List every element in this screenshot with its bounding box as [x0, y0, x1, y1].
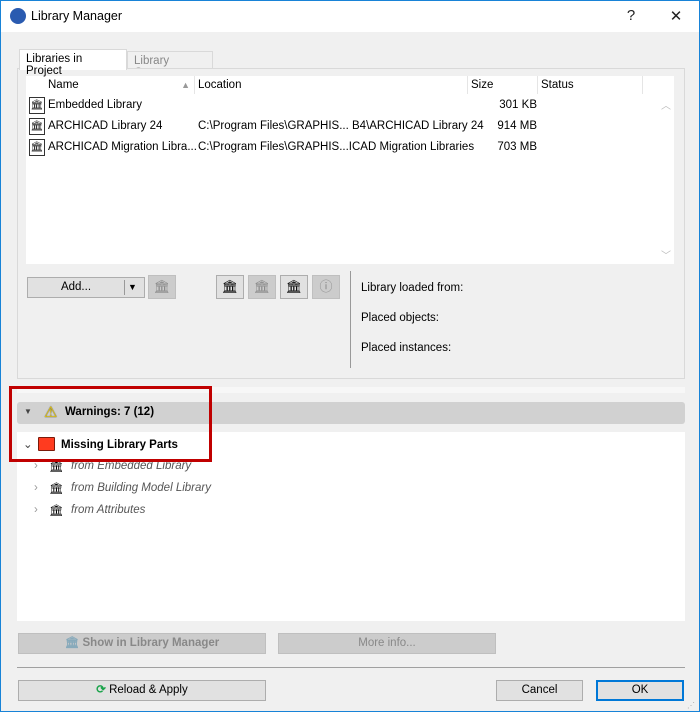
- dropdown-arrow-icon[interactable]: ▼: [128, 278, 137, 297]
- column-header-status[interactable]: Status: [538, 76, 643, 94]
- reload-library-icon: 🏛: [285, 279, 303, 294]
- column-header-size[interactable]: Size: [468, 76, 538, 94]
- info-button[interactable]: ⓘ: [312, 275, 340, 299]
- highlight-box: [9, 386, 212, 462]
- title-bar: Library Manager ? ✕: [1, 1, 699, 32]
- table-row[interactable]: 🏛 ARCHICAD Migration Libra... C:\Program…: [26, 137, 646, 158]
- remove-library-icon: 🏛: [153, 279, 171, 294]
- button-label: Reload & Apply: [109, 684, 188, 696]
- more-info-button[interactable]: More info...: [278, 633, 496, 654]
- archicad-logo-icon: [10, 8, 26, 24]
- ok-button[interactable]: OK: [596, 680, 684, 701]
- row-name: ARCHICAD Migration Libra...: [48, 141, 197, 153]
- column-header-location[interactable]: Location: [195, 76, 468, 94]
- library-loaded-from-label: Library loaded from:: [361, 282, 464, 294]
- column-header-name[interactable]: Name ▲: [45, 76, 195, 94]
- placed-objects-label: Placed objects:: [361, 312, 439, 324]
- cancel-button[interactable]: Cancel: [496, 680, 583, 701]
- library-manager-window: Library Manager ? ✕ Libraries in Project…: [0, 0, 700, 712]
- tab-library-content[interactable]: Library Content: [127, 51, 213, 79]
- reload-library-button[interactable]: 🏛: [280, 275, 308, 299]
- row-size: 914 MB: [497, 120, 537, 132]
- scroll-down-icon[interactable]: ﹀: [661, 247, 671, 262]
- window-title: Library Manager: [31, 9, 123, 23]
- row-size: 703 MB: [497, 141, 537, 153]
- library-folder-icon: 🏛: [29, 118, 45, 135]
- child-label: from Building Model Library: [71, 482, 211, 494]
- sort-ascending-icon: ▲: [181, 80, 190, 90]
- close-button[interactable]: ✕: [666, 7, 686, 25]
- remove-library-button[interactable]: 🏛: [148, 275, 176, 299]
- add-server-library-button[interactable]: 🏛: [216, 275, 244, 299]
- add-label: Add...: [60, 281, 92, 293]
- add-button[interactable]: Add... ▼: [27, 277, 145, 298]
- divider: [350, 271, 351, 368]
- button-label: Show in Library Manager: [82, 637, 220, 649]
- library-file-icon: 🏛: [29, 97, 45, 114]
- tree-item[interactable]: › 🏛 from Building Model Library: [17, 479, 317, 499]
- embed-library-icon: 🏛: [253, 279, 271, 294]
- info-icon: ⓘ: [319, 279, 333, 294]
- add-server-library-icon: 🏛: [221, 279, 239, 294]
- row-location: C:\Program Files\GRAPHIS...ICAD Migratio…: [198, 141, 475, 153]
- scroll-up-icon[interactable]: ︿: [661, 97, 671, 112]
- reload-apply-button[interactable]: ⟳ Reload & Apply: [18, 680, 266, 701]
- row-name: ARCHICAD Library 24: [48, 120, 163, 132]
- child-label: from Attributes: [71, 504, 146, 516]
- tab-libraries-in-project[interactable]: Libraries in Project: [19, 49, 127, 77]
- reload-icon: ⟳: [96, 684, 110, 696]
- resize-grip-icon[interactable]: ⋰: [687, 701, 695, 710]
- show-in-library-manager-button[interactable]: 🏛 Show in Library Manager: [18, 633, 266, 654]
- library-folder-icon: 🏛: [29, 139, 45, 156]
- library-icon: 🏛: [49, 505, 64, 517]
- chevron-right-icon[interactable]: ›: [34, 504, 38, 516]
- help-button[interactable]: ?: [621, 7, 641, 24]
- library-icon: 🏛: [49, 483, 64, 495]
- placed-instances-label: Placed instances:: [361, 342, 452, 354]
- separator: [17, 667, 685, 668]
- row-name: Embedded Library: [48, 99, 142, 111]
- vertical-scrollbar[interactable]: ︿ ﹀: [658, 94, 674, 264]
- show-library-icon: 🏛: [64, 637, 83, 649]
- embed-library-button[interactable]: 🏛: [248, 275, 276, 299]
- column-label: Name: [48, 79, 79, 91]
- row-location: C:\Program Files\GRAPHIS... B4\ARCHICAD …: [198, 120, 484, 132]
- chevron-right-icon[interactable]: ›: [34, 482, 38, 494]
- table-row[interactable]: 🏛 ARCHICAD Library 24 C:\Program Files\G…: [26, 116, 646, 137]
- row-size: 301 KB: [499, 99, 537, 111]
- libraries-table: Name ▲ Location Size Status 🏛 Embedded Li…: [26, 76, 674, 264]
- table-row[interactable]: 🏛 Embedded Library 301 KB: [26, 95, 646, 116]
- tree-item[interactable]: › 🏛 from Attributes: [17, 501, 317, 521]
